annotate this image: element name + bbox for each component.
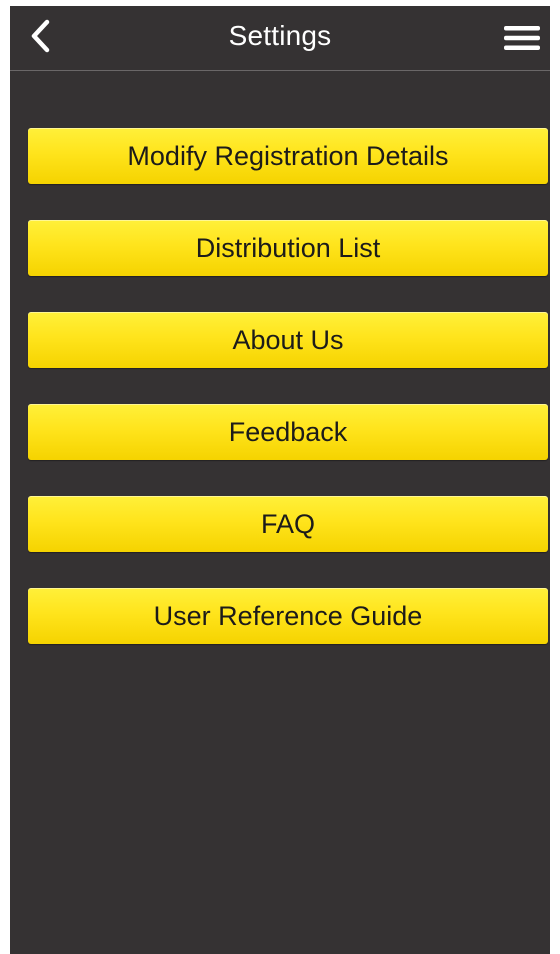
hamburger-menu-icon — [504, 25, 540, 51]
feedback-button[interactable]: Feedback — [28, 404, 548, 460]
modify-registration-details-button[interactable]: Modify Registration Details — [28, 128, 548, 184]
about-us-button[interactable]: About Us — [28, 312, 548, 368]
navigation-bar: Settings — [10, 6, 550, 71]
menu-button[interactable] — [500, 18, 544, 58]
page-title: Settings — [228, 20, 332, 51]
chevron-left-icon — [29, 19, 51, 53]
settings-screen: Settings Modify Registration Details Dis… — [10, 6, 550, 954]
settings-menu-list: Modify Registration Details Distribution… — [28, 128, 548, 680]
back-button[interactable] — [22, 16, 58, 56]
user-reference-guide-button[interactable]: User Reference Guide — [28, 588, 548, 644]
faq-button[interactable]: FAQ — [28, 496, 548, 552]
distribution-list-button[interactable]: Distribution List — [28, 220, 548, 276]
